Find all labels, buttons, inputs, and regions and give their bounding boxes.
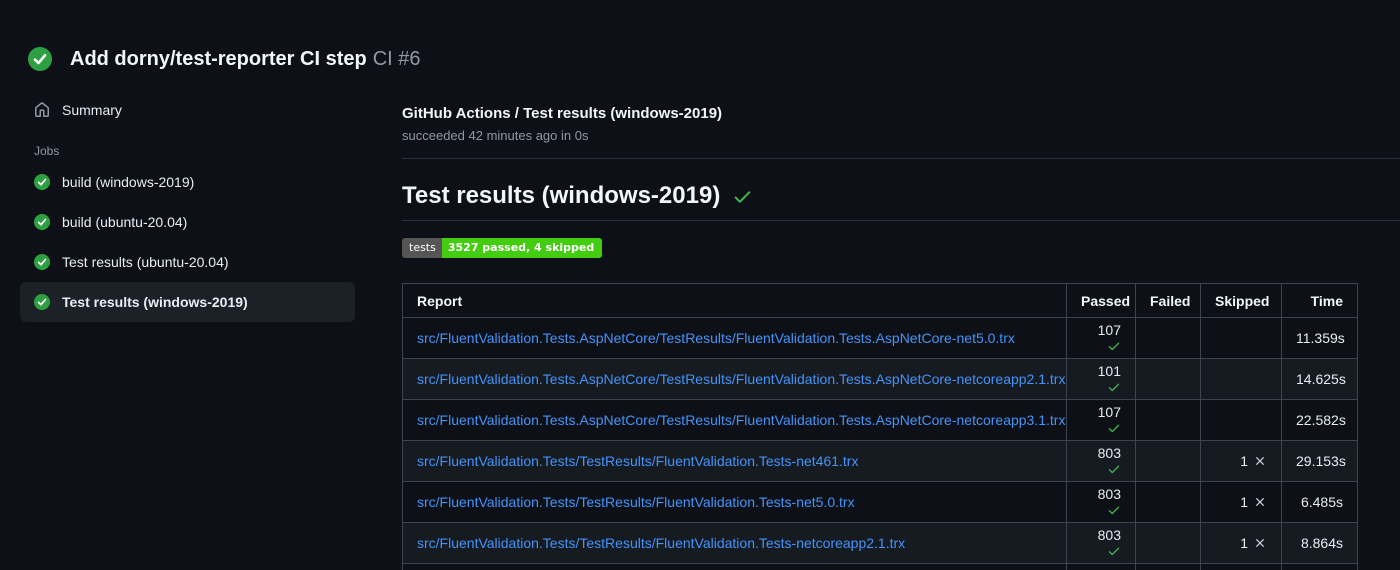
tests-badge[interactable]: tests 3527 passed, 4 skipped [402, 238, 603, 258]
tests-badge-value: 3527 passed, 4 skipped [441, 238, 603, 258]
report-link[interactable]: src/FluentValidation.Tests/TestResults/F… [417, 453, 858, 469]
passed-check-icon [1107, 380, 1121, 394]
time-cell: 8.864s [1281, 522, 1358, 564]
sidebar-job-item-2[interactable]: Test results (ubuntu-20.04) [20, 242, 355, 282]
heading-check-icon [732, 186, 753, 207]
report-link[interactable]: src/FluentValidation.Tests.AspNetCore/Te… [417, 412, 1065, 428]
passed-cell: 803 [1066, 481, 1136, 523]
job-label: build (ubuntu-20.04) [62, 214, 188, 230]
skipped-cell [1200, 399, 1282, 441]
sidebar-job-item-3[interactable]: Test results (windows-2019) [20, 282, 355, 322]
failed-cell [1135, 440, 1201, 482]
check-run-title: GitHub Actions / Test results (windows-2… [402, 105, 723, 122]
sidebar-item-summary[interactable]: Summary [20, 92, 355, 128]
skipped-cell [1200, 358, 1282, 400]
passed-cell: 803 [1066, 522, 1136, 564]
failed-cell [1135, 317, 1201, 359]
column-header-passed: Passed [1066, 283, 1136, 318]
passed-check-icon [1107, 544, 1121, 558]
skipped-cell: 1 [1200, 522, 1282, 564]
table-row: src/FluentValidation.Tests/TestResults/F… [402, 440, 1358, 482]
failed-cell [1135, 563, 1201, 570]
job-success-icon [34, 174, 50, 190]
failed-cell [1135, 358, 1201, 400]
table-row: src/FluentValidation.Tests/TestResults/F… [402, 563, 1358, 570]
job-content: GitHub Actions / Test results (windows-2… [382, 88, 1400, 570]
section-heading: Test results (windows-2019) [402, 182, 1400, 221]
home-icon [34, 102, 50, 118]
skipped-cell [1200, 317, 1282, 359]
report-link[interactable]: src/FluentValidation.Tests.AspNetCore/Te… [417, 371, 1065, 387]
table-row: src/FluentValidation.Tests/TestResults/F… [402, 522, 1358, 564]
time-cell: 29.153s [1281, 440, 1358, 482]
tests-badge-label: tests [402, 238, 442, 258]
passed-cell: 107 [1066, 317, 1136, 359]
skipped-cell: 1 [1200, 563, 1282, 570]
passed-check-icon [1107, 462, 1121, 476]
skipped-cell: 1 [1200, 481, 1282, 523]
skipped-cell: 1 [1200, 440, 1282, 482]
table-header-row: Report Passed Failed Skipped Time [402, 283, 1358, 318]
time-cell: 22.582s [1281, 399, 1358, 441]
time-cell: 14.625s [1281, 358, 1358, 400]
table-row: src/FluentValidation.Tests.AspNetCore/Te… [402, 317, 1358, 359]
skipped-x-icon [1253, 536, 1267, 550]
column-header-report: Report [402, 283, 1067, 318]
sidebar-job-item-0[interactable]: build (windows-2019) [20, 162, 355, 202]
report-link[interactable]: src/FluentValidation.Tests/TestResults/F… [417, 535, 905, 551]
results-table: Report Passed Failed Skipped Time src/Fl… [402, 283, 1358, 570]
table-row: src/FluentValidation.Tests.AspNetCore/Te… [402, 358, 1358, 400]
passed-cell: 803 [1066, 440, 1136, 482]
passed-check-icon [1107, 421, 1121, 435]
jobs-list: build (windows-2019) build (ubuntu-20.04… [20, 162, 382, 322]
column-header-failed: Failed [1135, 283, 1201, 318]
job-success-icon [34, 254, 50, 270]
job-label: Test results (ubuntu-20.04) [62, 254, 229, 270]
check-run-status: succeeded 42 minutes ago in 0s [402, 128, 589, 143]
passed-check-icon [1107, 503, 1121, 517]
passed-cell: 107 [1066, 399, 1136, 441]
run-title: Add dorny/test-reporter CI step [70, 47, 367, 70]
section-title: Test results (windows-2019) [402, 182, 721, 209]
sidebar-job-item-1[interactable]: build (ubuntu-20.04) [20, 202, 355, 242]
run-success-icon [28, 47, 52, 71]
passed-check-icon [1107, 339, 1121, 353]
passed-cell: 803 [1066, 563, 1136, 570]
column-header-time: Time [1281, 283, 1358, 318]
failed-cell [1135, 522, 1201, 564]
table-row: src/FluentValidation.Tests.AspNetCore/Te… [402, 399, 1358, 441]
job-label: build (windows-2019) [62, 174, 195, 190]
jobs-section-label: Jobs [34, 144, 60, 158]
job-success-icon [34, 214, 50, 230]
table-row: src/FluentValidation.Tests/TestResults/F… [402, 481, 1358, 523]
time-cell: 7.503s [1281, 563, 1358, 570]
job-label: Test results (windows-2019) [62, 294, 248, 310]
sidebar: Summary Jobs build (windows-2019) build … [0, 88, 382, 322]
passed-cell: 101 [1066, 358, 1136, 400]
failed-cell [1135, 481, 1201, 523]
skipped-x-icon [1253, 495, 1267, 509]
report-link[interactable]: src/FluentValidation.Tests.AspNetCore/Te… [417, 330, 1015, 346]
run-header: Add dorny/test-reporter CI step CI #6 [0, 0, 1400, 88]
column-header-skipped: Skipped [1200, 283, 1282, 318]
failed-cell [1135, 399, 1201, 441]
sidebar-summary-label: Summary [62, 102, 122, 118]
job-success-icon [34, 294, 50, 310]
report-link[interactable]: src/FluentValidation.Tests/TestResults/F… [417, 494, 855, 510]
run-number: CI #6 [372, 47, 421, 70]
section-divider [402, 158, 1400, 159]
skipped-x-icon [1253, 454, 1267, 468]
time-cell: 11.359s [1281, 317, 1358, 359]
time-cell: 6.485s [1281, 481, 1358, 523]
